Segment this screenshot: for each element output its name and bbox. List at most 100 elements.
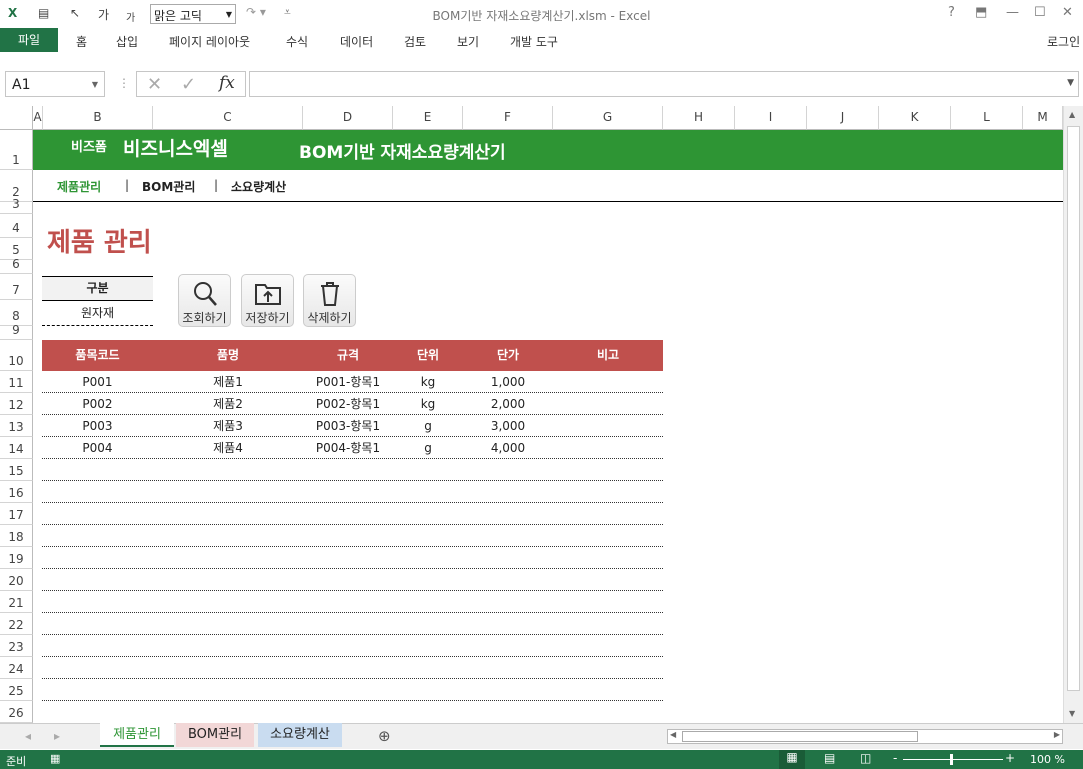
table-cell[interactable]: 제품4: [153, 437, 303, 459]
tab-page-layout[interactable]: 페이지 레이아웃: [169, 33, 250, 50]
row-header-22[interactable]: 22: [0, 613, 33, 635]
save-button[interactable]: 저장하기: [241, 274, 294, 327]
column-header-A[interactable]: A: [33, 106, 43, 130]
row-header-23[interactable]: 23: [0, 635, 33, 657]
row-header-14[interactable]: 14: [0, 437, 33, 459]
nav-product[interactable]: 제품관리: [57, 178, 101, 195]
table-cell[interactable]: [553, 393, 663, 415]
insert-function-button[interactable]: fx: [219, 73, 235, 93]
table-cell[interactable]: g: [393, 437, 463, 459]
macro-record-icon[interactable]: ▦: [50, 752, 60, 765]
nav-calc[interactable]: 소요량계산: [231, 178, 286, 195]
column-header-I[interactable]: I: [735, 106, 807, 130]
column-header-L[interactable]: L: [951, 106, 1023, 130]
column-header-M[interactable]: M: [1023, 106, 1063, 130]
row-header-16[interactable]: 16: [0, 481, 33, 503]
tab-view[interactable]: 보기: [457, 33, 479, 50]
tab-file[interactable]: 파일: [0, 28, 58, 52]
table-cell[interactable]: P002-항목1: [303, 393, 393, 415]
column-header-K[interactable]: K: [879, 106, 951, 130]
row-header-19[interactable]: 19: [0, 547, 33, 569]
tab-developer[interactable]: 개발 도구: [510, 33, 558, 50]
column-header-F[interactable]: F: [463, 106, 553, 130]
search-button[interactable]: 조회하기: [178, 274, 231, 327]
row-header-18[interactable]: 18: [0, 525, 33, 547]
column-header-B[interactable]: B: [43, 106, 153, 130]
table-cell[interactable]: 제품3: [153, 415, 303, 437]
column-header-D[interactable]: D: [303, 106, 393, 130]
table-cell[interactable]: 1,000: [463, 371, 553, 393]
table-cell[interactable]: 제품2: [153, 393, 303, 415]
column-header-J[interactable]: J: [807, 106, 879, 130]
table-cell[interactable]: [553, 437, 663, 459]
help-button[interactable]: ?: [948, 5, 955, 20]
row-header-11[interactable]: 11: [0, 371, 33, 393]
table-cell[interactable]: 2,000: [463, 393, 553, 415]
tab-review[interactable]: 검토: [404, 33, 426, 50]
column-header-E[interactable]: E: [393, 106, 463, 130]
cancel-icon[interactable]: ✕: [147, 74, 162, 95]
sheet-tab-bom[interactable]: BOM관리: [176, 723, 254, 747]
row-header-9[interactable]: 9: [0, 323, 33, 340]
horizontal-scroll-thumb[interactable]: [682, 731, 918, 742]
enter-icon[interactable]: ✓: [181, 74, 196, 95]
maximize-button[interactable]: ☐: [1034, 5, 1046, 20]
table-cell[interactable]: P003: [42, 415, 153, 437]
table-cell[interactable]: P003-항목1: [303, 415, 393, 437]
select-all-corner[interactable]: [0, 106, 33, 130]
row-header-17[interactable]: 17: [0, 503, 33, 525]
expand-formula-icon[interactable]: ▼: [1067, 78, 1074, 88]
minimize-button[interactable]: —: [1006, 5, 1019, 20]
name-box[interactable]: A1 ▼: [5, 71, 105, 97]
normal-view-icon[interactable]: ▦: [779, 750, 805, 769]
tab-home[interactable]: 홈: [76, 33, 87, 50]
tab-data[interactable]: 데이터: [340, 33, 373, 50]
row-header-24[interactable]: 24: [0, 657, 33, 679]
row-header-1[interactable]: 1: [0, 130, 33, 170]
zoom-out-button[interactable]: -: [893, 751, 897, 765]
table-cell[interactable]: kg: [393, 393, 463, 415]
sheet-tab-calc[interactable]: 소요량계산: [258, 723, 342, 747]
zoom-slider[interactable]: [903, 759, 1003, 760]
row-header-15[interactable]: 15: [0, 459, 33, 481]
column-header-C[interactable]: C: [153, 106, 303, 130]
table-cell[interactable]: P004: [42, 437, 153, 459]
page-break-view-icon[interactable]: ◫: [860, 751, 871, 765]
close-button[interactable]: ✕: [1062, 5, 1073, 20]
table-cell[interactable]: 4,000: [463, 437, 553, 459]
table-cell[interactable]: P001-항목1: [303, 371, 393, 393]
scroll-up-icon[interactable]: ▲: [1069, 110, 1075, 119]
page-layout-view-icon[interactable]: ▤: [824, 751, 835, 765]
delete-button[interactable]: 삭제하기: [303, 274, 356, 327]
tab-insert[interactable]: 삽입: [116, 33, 138, 50]
sheet-tab-product[interactable]: 제품관리: [100, 723, 174, 747]
add-sheet-icon[interactable]: ⊕: [378, 727, 391, 745]
row-header-3[interactable]: 3: [0, 197, 33, 214]
table-cell[interactable]: 3,000: [463, 415, 553, 437]
row-header-4[interactable]: 4: [0, 214, 33, 238]
row-header-21[interactable]: 21: [0, 591, 33, 613]
table-cell[interactable]: 제품1: [153, 371, 303, 393]
column-header-H[interactable]: H: [663, 106, 735, 130]
row-header-10[interactable]: 10: [0, 340, 33, 371]
row-header-25[interactable]: 25: [0, 679, 33, 701]
next-sheet-icon[interactable]: ▸: [54, 729, 60, 743]
table-cell[interactable]: [553, 415, 663, 437]
login-link[interactable]: 로그인: [1047, 33, 1080, 50]
row-header-20[interactable]: 20: [0, 569, 33, 591]
formula-input[interactable]: ▼: [249, 71, 1079, 97]
horizontal-scrollbar[interactable]: ◀ ▶: [667, 729, 1063, 744]
table-cell[interactable]: P002: [42, 393, 153, 415]
table-cell[interactable]: P001: [42, 371, 153, 393]
table-cell[interactable]: P004-항목1: [303, 437, 393, 459]
column-header-G[interactable]: G: [553, 106, 663, 130]
vertical-scrollbar[interactable]: ▲ ▼: [1063, 106, 1083, 723]
prev-sheet-icon[interactable]: ◂: [25, 729, 31, 743]
ribbon-display-icon[interactable]: ⬒: [975, 5, 987, 20]
vertical-scroll-thumb[interactable]: [1067, 126, 1080, 691]
row-header-13[interactable]: 13: [0, 415, 33, 437]
tab-formulas[interactable]: 수식: [286, 33, 308, 50]
row-header-6[interactable]: 6: [0, 257, 33, 274]
filter-value-input[interactable]: 원자재: [42, 301, 153, 326]
zoom-slider-thumb[interactable]: [950, 754, 953, 765]
